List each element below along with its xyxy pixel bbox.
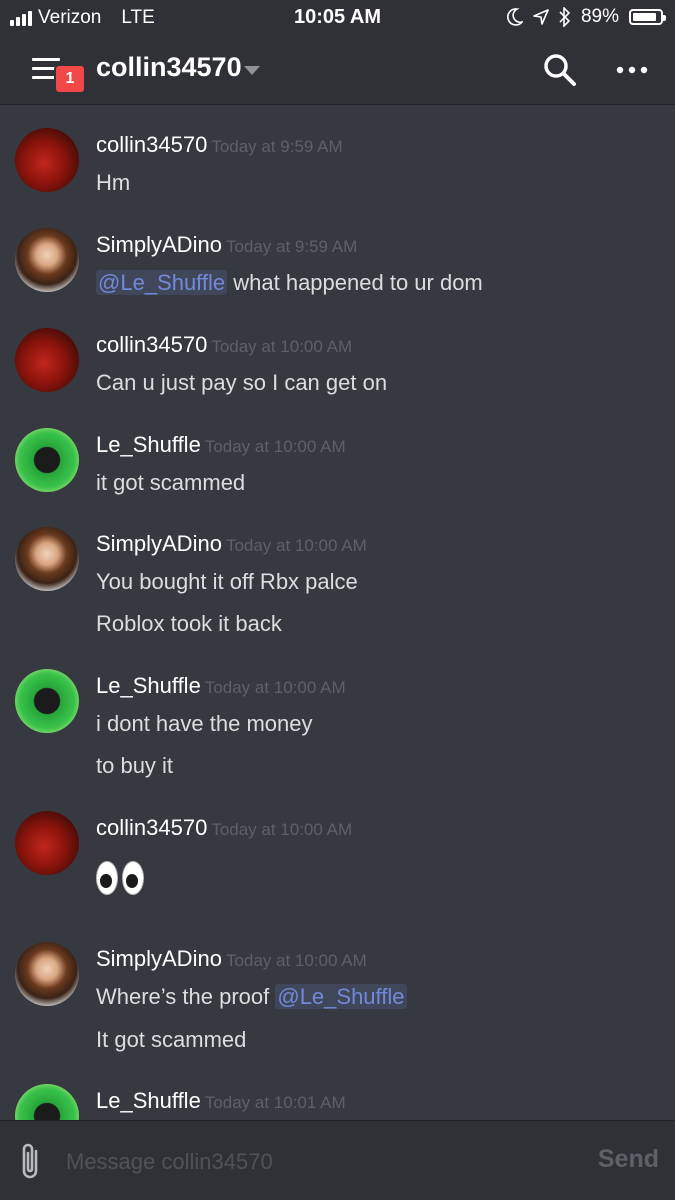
author-name[interactable]: Le_Shuffle [96, 1088, 201, 1113]
message-input[interactable] [64, 1143, 568, 1181]
message-text: Roblox took it back [96, 611, 282, 636]
more-icon[interactable] [612, 60, 652, 80]
battery-percent: 89% [580, 6, 619, 27]
avatar[interactable] [15, 228, 79, 292]
author-name[interactable]: SimplyADino [96, 946, 222, 971]
message-text: it got scammed [96, 470, 246, 495]
author-name[interactable]: collin34570 [96, 132, 207, 157]
search-icon[interactable] [540, 50, 580, 90]
timestamp: Today at 9:59 AM [225, 237, 358, 256]
message-text: Can u just pay so I can get on [96, 370, 388, 395]
eyes-emoji-icon [96, 861, 144, 895]
message-text: You bought it off Rbx palce [96, 569, 358, 594]
chevron-down-icon[interactable] [244, 66, 260, 75]
message-text: Where’s the proof @Le_Shuffle [96, 984, 407, 1009]
location-icon [533, 9, 549, 25]
message-composer: Send [0, 1120, 675, 1200]
avatar[interactable] [15, 128, 79, 192]
author-name[interactable]: collin34570 [96, 815, 207, 840]
timestamp: Today at 10:00 AM [211, 337, 353, 356]
message-text: i dont have the money [96, 711, 313, 736]
channel-title[interactable]: collin34570 [96, 52, 242, 83]
author-name[interactable]: Le_Shuffle [96, 673, 201, 698]
status-bar: Verizon LTE 10:05 AM 89% [0, 0, 675, 36]
message-text: @Le_Shuffle what happened to ur dom [96, 270, 483, 295]
attachment-icon[interactable] [16, 1141, 46, 1181]
author-name[interactable]: Le_Shuffle [96, 432, 201, 457]
user-mention[interactable]: @Le_Shuffle [96, 270, 228, 295]
avatar[interactable] [15, 428, 79, 492]
channel-header: 1 collin34570 [0, 36, 675, 104]
user-mention[interactable]: @Le_Shuffle [275, 984, 407, 1009]
author-name[interactable]: SimplyADino [96, 531, 222, 556]
battery-icon [629, 9, 666, 25]
timestamp: Today at 10:00 AM [211, 820, 353, 839]
avatar[interactable] [15, 811, 79, 875]
timestamp: Today at 10:00 AM [225, 536, 367, 555]
timestamp: Today at 10:00 AM [204, 678, 346, 697]
message-text: Hm [96, 170, 131, 195]
timestamp: Today at 9:59 AM [211, 137, 343, 156]
avatar[interactable] [15, 942, 79, 1006]
avatar[interactable] [15, 669, 79, 733]
timestamp: Today at 10:00 AM [225, 951, 367, 970]
moon-icon [507, 8, 523, 26]
send-button[interactable]: Send [598, 1145, 659, 1174]
avatar[interactable] [15, 527, 79, 591]
notification-badge: 1 [54, 64, 86, 94]
bluetooth-icon [559, 7, 571, 27]
message-list[interactable]: collin34570 Today at 9:59 AM Hm SimplyADi… [0, 104, 675, 1120]
timestamp: Today at 10:00 AM [204, 437, 346, 456]
avatar[interactable] [15, 1084, 79, 1120]
avatar[interactable] [15, 328, 79, 392]
message-text: to buy it [96, 753, 174, 778]
message-text: It got scammed [96, 1027, 247, 1052]
timestamp: Today at 10:01 AM [204, 1093, 346, 1112]
author-name[interactable]: SimplyADino [96, 232, 222, 257]
author-name[interactable]: collin34570 [96, 332, 207, 357]
